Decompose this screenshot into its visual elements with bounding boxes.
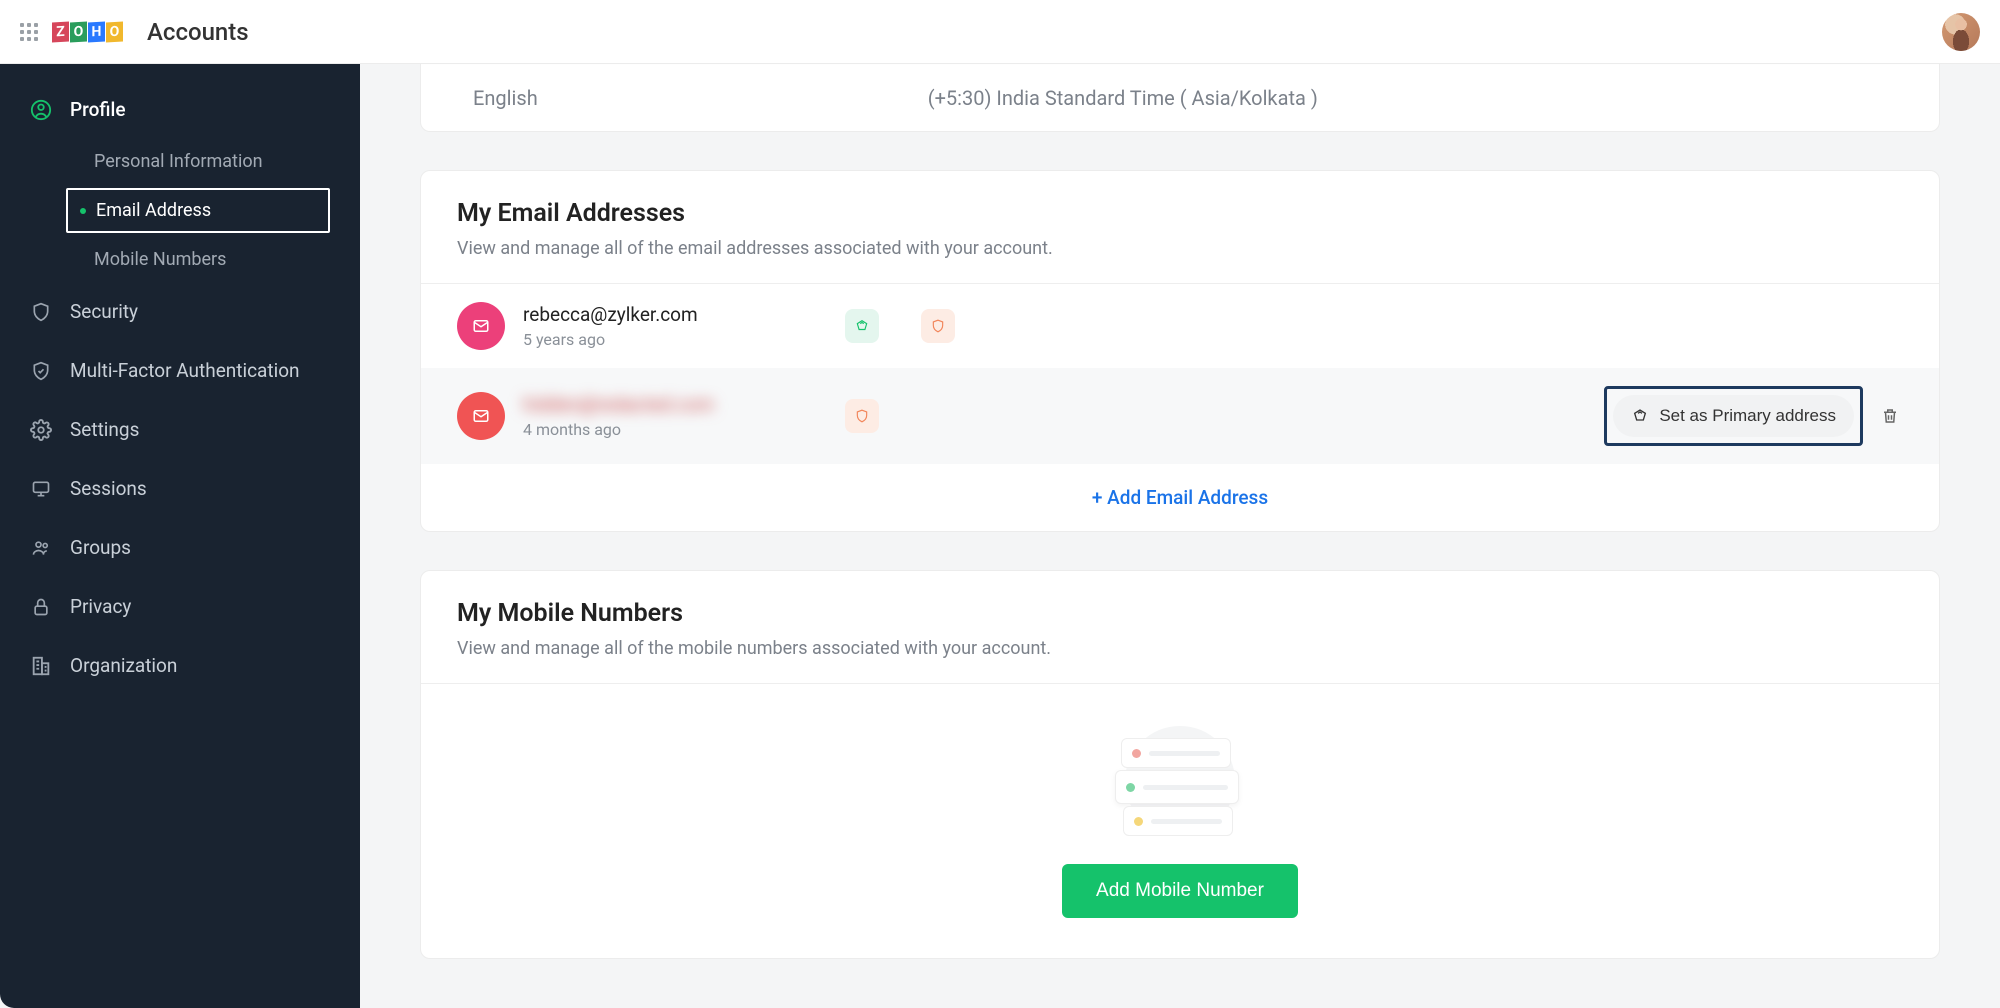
set-primary-label: Set as Primary address: [1659, 406, 1836, 426]
section-title: My Email Addresses: [457, 199, 1903, 228]
add-email-link[interactable]: + Add Email Address: [1092, 486, 1268, 509]
recovery-badge-icon: [845, 399, 879, 433]
monitor-icon: [30, 478, 52, 500]
empty-state: Add Mobile Number: [421, 684, 1939, 958]
empty-state-graphic: [1115, 720, 1245, 840]
email-address-redacted: hidden@redacted.com: [523, 393, 803, 416]
crown-icon: [1631, 408, 1649, 424]
subnav-email-address[interactable]: Email Address: [66, 188, 330, 233]
sidebar-item-groups[interactable]: Groups: [0, 518, 360, 577]
users-icon: [30, 537, 52, 559]
zoho-logo: Z O H O: [52, 22, 123, 42]
sidebar-item-label: Multi-Factor Authentication: [70, 359, 300, 382]
set-as-primary-button[interactable]: Set as Primary address: [1613, 395, 1854, 437]
email-row[interactable]: hidden@redacted.com 4 months ago Set as …: [421, 368, 1939, 464]
add-email-row: + Add Email Address: [421, 464, 1939, 531]
section-desc: View and manage all of the email address…: [457, 238, 1903, 259]
section-head: My Email Addresses View and manage all o…: [421, 171, 1939, 284]
sidebar-item-label: Groups: [70, 536, 131, 559]
set-primary-highlight: Set as Primary address: [1604, 386, 1863, 446]
sidebar-item-privacy[interactable]: Privacy: [0, 577, 360, 636]
sidebar-item-label: Privacy: [70, 595, 131, 618]
sidebar-item-organization[interactable]: Organization: [0, 636, 360, 695]
row-actions: Set as Primary address: [1604, 386, 1903, 446]
sidebar-item-sessions[interactable]: Sessions: [0, 459, 360, 518]
brand-title: Accounts: [147, 18, 249, 46]
topbar: Z O H O Accounts: [0, 0, 2000, 64]
add-mobile-number-button[interactable]: Add Mobile Number: [1062, 864, 1298, 918]
sub-item-label: Email Address: [96, 200, 211, 221]
subnav-personal-info[interactable]: Personal Information: [60, 139, 360, 184]
timezone-value: (+5:30) India Standard Time ( Asia/Kolka…: [928, 86, 1318, 110]
email-info: rebecca@zylker.com 5 years ago: [523, 303, 803, 349]
trash-icon: [1881, 406, 1899, 426]
email-address: rebecca@zylker.com: [523, 303, 803, 326]
sidebar-item-label: Profile: [70, 98, 126, 121]
logo-letter: H: [88, 21, 105, 42]
language-value: English: [473, 86, 538, 110]
user-circle-icon: [30, 99, 52, 121]
sidebar: Profile Personal Information Email Addre…: [0, 64, 360, 1008]
email-addresses-card: My Email Addresses View and manage all o…: [420, 170, 1940, 532]
sidebar-subnav: Personal Information Email Address Mobil…: [0, 139, 360, 282]
shield-check-icon: [30, 360, 52, 382]
section-desc: View and manage all of the mobile number…: [457, 638, 1903, 659]
section-head: My Mobile Numbers View and manage all of…: [421, 571, 1939, 684]
avatar[interactable]: [1942, 13, 1980, 51]
sidebar-item-label: Organization: [70, 654, 177, 677]
sidebar-item-label: Settings: [70, 418, 139, 441]
logo-letter: O: [70, 21, 87, 42]
sidebar-item-label: Security: [70, 300, 138, 323]
apps-launcher-icon[interactable]: [20, 23, 38, 41]
gear-icon: [30, 419, 52, 441]
active-dot-icon: [80, 208, 86, 214]
email-info: hidden@redacted.com 4 months ago: [523, 393, 803, 439]
lock-icon: [30, 596, 52, 618]
logo-letter: Z: [52, 21, 69, 42]
main-content: English (+5:30) India Standard Time ( As…: [360, 64, 2000, 1008]
email-meta: 5 years ago: [523, 330, 803, 349]
mail-icon: [457, 392, 505, 440]
mail-icon: [457, 302, 505, 350]
shield-icon: [30, 301, 52, 323]
building-icon: [30, 655, 52, 677]
mobile-numbers-card: My Mobile Numbers View and manage all of…: [420, 570, 1940, 959]
delete-email-button[interactable]: [1877, 402, 1903, 430]
logo-letter: O: [106, 21, 123, 42]
topbar-left: Z O H O Accounts: [20, 18, 249, 46]
recovery-badge-icon: [921, 309, 955, 343]
email-row[interactable]: rebecca@zylker.com 5 years ago: [421, 284, 1939, 368]
email-meta: 4 months ago: [523, 420, 803, 439]
locale-card-partial: English (+5:30) India Standard Time ( As…: [420, 64, 1940, 132]
sidebar-item-profile[interactable]: Profile: [0, 80, 360, 139]
sidebar-item-label: Sessions: [70, 477, 147, 500]
section-title: My Mobile Numbers: [457, 599, 1903, 628]
sidebar-item-mfa[interactable]: Multi-Factor Authentication: [0, 341, 360, 400]
sidebar-item-settings[interactable]: Settings: [0, 400, 360, 459]
primary-badge-icon: [845, 309, 879, 343]
subnav-mobile-numbers[interactable]: Mobile Numbers: [60, 237, 360, 282]
sidebar-item-security[interactable]: Security: [0, 282, 360, 341]
